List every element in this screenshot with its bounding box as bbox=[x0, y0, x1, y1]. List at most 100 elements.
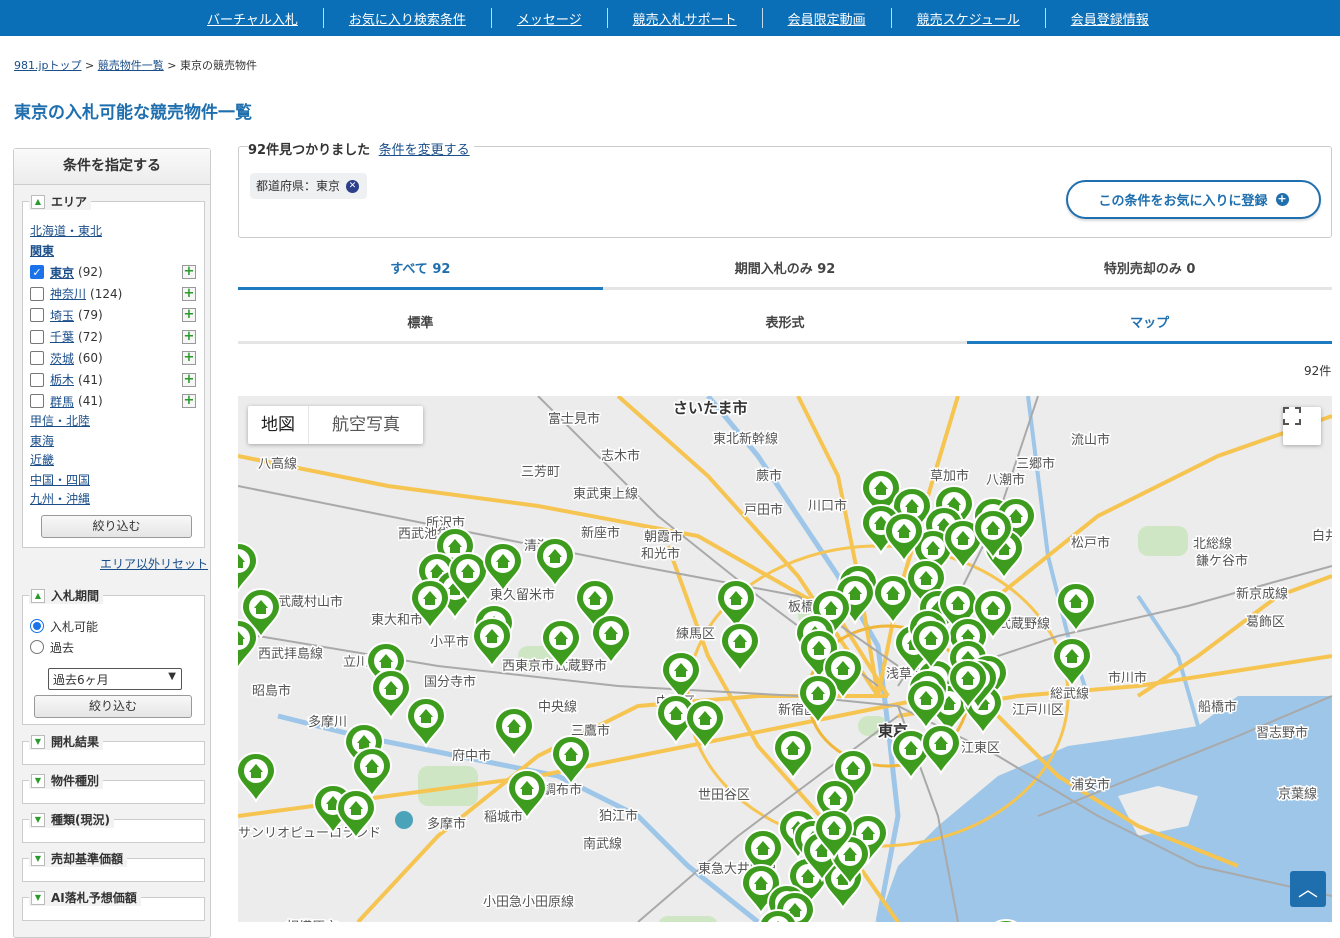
expand-plus-icon[interactable]: + bbox=[182, 394, 196, 408]
collapsed-panel-label: AI落札予想価額 bbox=[51, 891, 137, 905]
breadcrumb-home[interactable]: 981.jpトップ bbox=[14, 59, 82, 72]
collapsed-filter-panel: ▼ 売却基準価額 bbox=[22, 850, 205, 882]
prefecture-checkbox[interactable] bbox=[30, 351, 44, 365]
region-link[interactable]: 甲信・北陸 bbox=[30, 412, 90, 429]
tab-sale-type[interactable]: 特別売却のみ 0 bbox=[967, 252, 1333, 290]
collapse-triangle-icon[interactable]: ▲ bbox=[31, 194, 45, 209]
collapsed-panel-title[interactable]: ▼ 売却基準価額 bbox=[29, 850, 128, 867]
plus-circle-icon: + bbox=[1275, 192, 1289, 206]
map-type-roadmap[interactable]: 地図 bbox=[248, 406, 308, 444]
expand-plus-icon[interactable]: + bbox=[182, 351, 196, 365]
region-link[interactable]: 中国・四国 bbox=[30, 471, 90, 488]
map-type-satellite[interactable]: 航空写真 bbox=[308, 406, 423, 444]
property-map[interactable]: さいたま市 富士見市 志木市 三芳町 蕨市 戸田市 川口市 草加市 八潮市 三郷市 流山市 松戸市 白井… bbox=[238, 396, 1332, 922]
radio-available[interactable] bbox=[30, 619, 44, 633]
expand-triangle-icon[interactable]: ▼ bbox=[31, 812, 45, 827]
map-label: 葛飾区 bbox=[1246, 615, 1285, 630]
prefecture-link[interactable]: 栃木 bbox=[50, 371, 74, 388]
expand-plus-icon[interactable]: + bbox=[182, 372, 196, 387]
result-count: 92件 bbox=[1304, 364, 1332, 378]
region-link[interactable]: 北海道・東北 bbox=[30, 222, 102, 239]
radio-past[interactable] bbox=[30, 640, 44, 654]
tab-view-mode[interactable]: 標準 bbox=[238, 306, 603, 344]
fullscreen-button[interactable] bbox=[1283, 407, 1321, 445]
prefecture-link[interactable]: 千葉 bbox=[50, 328, 74, 345]
map-label: 東久留米市 bbox=[490, 587, 555, 603]
breadcrumb: 981.jpトップ > 競売物件一覧 > 東京の競売物件 bbox=[14, 57, 257, 73]
prefecture-checkbox[interactable] bbox=[30, 286, 44, 301]
expand-triangle-icon[interactable]: ▼ bbox=[31, 734, 45, 749]
prefecture-checkbox[interactable] bbox=[30, 329, 44, 344]
nav-link[interactable]: 会員登録情報 bbox=[1046, 9, 1174, 28]
map-label: 西東京市 bbox=[502, 658, 554, 674]
period-panel-title[interactable]: ▲ 入札期間 bbox=[29, 587, 104, 604]
nav-link[interactable]: 競売入札サポート bbox=[608, 9, 762, 28]
nav-link[interactable]: バーチャル入札 bbox=[182, 9, 323, 28]
map-label: 武蔵村山市 bbox=[278, 594, 343, 610]
expand-triangle-icon[interactable]: ▼ bbox=[31, 851, 45, 866]
map-park bbox=[1138, 526, 1188, 556]
map-label: 習志野市 bbox=[1256, 725, 1308, 741]
nav-link[interactable]: 競売スケジュール bbox=[892, 9, 1045, 28]
area-narrow-button[interactable]: 絞り込む bbox=[41, 515, 192, 538]
period-label: 入札期間 bbox=[51, 589, 100, 603]
period-select[interactable]: 過去6ヶ月 ▼ bbox=[48, 668, 182, 690]
expand-triangle-icon[interactable]: ▼ bbox=[31, 890, 45, 905]
breadcrumb-list[interactable]: 競売物件一覧 bbox=[98, 59, 164, 72]
nav-link[interactable]: メッセージ bbox=[492, 9, 607, 28]
prefecture-link[interactable]: 群馬 bbox=[50, 393, 74, 410]
prefecture-link[interactable]: 神奈川 bbox=[50, 285, 86, 302]
collapsed-panel-title[interactable]: ▼ AI落札予想価額 bbox=[29, 889, 141, 906]
prefecture-checkbox[interactable] bbox=[30, 308, 44, 322]
tab-sale-type[interactable]: すべて 92 bbox=[238, 252, 603, 290]
collapsed-panel-title[interactable]: ▼ 物件種別 bbox=[29, 772, 104, 789]
expand-plus-icon[interactable]: + bbox=[182, 286, 196, 301]
prefecture-checkbox[interactable] bbox=[30, 372, 44, 387]
close-icon[interactable]: ✕ bbox=[346, 179, 360, 193]
nav-link[interactable]: お気に入り検索条件 bbox=[324, 9, 491, 28]
collapsed-panel-title[interactable]: ▼ 開札結果 bbox=[29, 733, 104, 750]
map-label: 草加市 bbox=[930, 468, 969, 484]
region-link[interactable]: 九州・沖縄 bbox=[30, 490, 90, 507]
prefecture-link[interactable]: 茨城 bbox=[50, 350, 74, 367]
save-favorite-button[interactable]: この条件をお気に入りに登録 + bbox=[1066, 180, 1321, 219]
change-conditions-link[interactable]: 条件を変更する bbox=[379, 143, 470, 158]
prefecture-row: 群馬 (41) + bbox=[30, 391, 200, 411]
prefecture-link[interactable]: 埼玉 bbox=[50, 307, 74, 324]
map-label: 北総線 bbox=[1193, 536, 1232, 552]
map-label: 多摩市 bbox=[427, 816, 466, 832]
page-top-button[interactable]: ︿ bbox=[1290, 871, 1326, 907]
expand-triangle-icon[interactable]: ▼ bbox=[31, 773, 45, 788]
area-reset-link[interactable]: エリア以外リセット bbox=[100, 555, 208, 572]
period-narrow-button[interactable]: 絞り込む bbox=[34, 695, 192, 718]
map-label: 稲城市 bbox=[484, 809, 523, 825]
region-link[interactable]: 東海 bbox=[30, 432, 54, 449]
map-label: 朝霞市 bbox=[644, 529, 683, 545]
tab-view-mode[interactable]: マップ bbox=[967, 306, 1333, 344]
map-label: 多摩川 bbox=[308, 714, 347, 730]
map-label: 白井市 bbox=[1312, 528, 1332, 544]
map-label: 府中市 bbox=[452, 748, 491, 764]
map-label: 戸田市 bbox=[744, 502, 783, 518]
filter-sidebar: 条件を指定する ▲ エリア 北海道・東北 関東 ✓ 東京 (92) + 神奈川 (124)… bbox=[13, 148, 211, 938]
prefecture-checkbox[interactable] bbox=[30, 394, 44, 408]
prefecture-count: (72) bbox=[78, 329, 103, 344]
nav-link[interactable]: 会員限定動画 bbox=[763, 9, 891, 28]
prefecture-checkbox[interactable]: ✓ bbox=[30, 265, 44, 279]
radio-available-row[interactable]: 入札可能 bbox=[30, 616, 200, 636]
map-label: 南武線 bbox=[583, 836, 622, 852]
area-panel-title[interactable]: ▲ エリア bbox=[29, 193, 92, 210]
prefecture-link[interactable]: 東京 bbox=[50, 264, 74, 281]
collapse-triangle-icon[interactable]: ▲ bbox=[31, 588, 45, 603]
expand-plus-icon[interactable]: + bbox=[182, 265, 196, 279]
tab-sale-type[interactable]: 期間入札のみ 92 bbox=[602, 252, 968, 290]
tab-view-mode[interactable]: 表形式 bbox=[602, 306, 968, 344]
radio-past-row[interactable]: 過去 bbox=[30, 637, 200, 657]
collapsed-panel-title[interactable]: ▼ 種類(現況) bbox=[29, 811, 114, 828]
expand-plus-icon[interactable]: + bbox=[182, 329, 196, 344]
map-canvas[interactable]: さいたま市富士見市志木市三芳町 蕨市戸田市 川口市 草加市 八潮市三郷市流山市松戸市 白井… bbox=[238, 396, 1332, 922]
expand-plus-icon[interactable]: + bbox=[182, 308, 196, 322]
region-link-kanto[interactable]: 関東 bbox=[30, 242, 54, 259]
collapsed-filter-panel: ▼ 種類(現況) bbox=[22, 811, 205, 843]
region-link[interactable]: 近畿 bbox=[30, 451, 54, 468]
